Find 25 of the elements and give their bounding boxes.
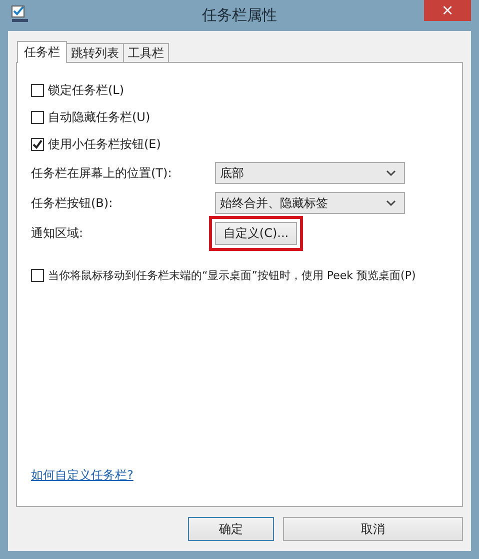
setting-label: 通知区域: — [31, 224, 84, 242]
checkbox-label: 锁定任务栏(L) — [48, 82, 124, 99]
ok-button[interactable]: 确定 — [188, 517, 274, 541]
checkbox[interactable] — [31, 84, 44, 97]
chevron-down-icon — [386, 170, 396, 176]
dropdown[interactable]: 始终合并、隐藏标签 — [215, 192, 405, 214]
setting-label: 任务栏在屏幕上的位置(T): — [31, 164, 173, 182]
taskbar-checkbox-icon — [11, 5, 29, 23]
cancel-button[interactable]: 取消 — [283, 517, 463, 541]
checkbox-label: 使用小任务栏按钮(E) — [48, 136, 161, 153]
chevron-down-icon — [386, 200, 396, 206]
checkbox-label: 自动隐藏任务栏(U) — [48, 109, 150, 126]
checkbox[interactable] — [31, 138, 44, 151]
tab[interactable]: 任务栏 — [17, 41, 67, 63]
tab[interactable]: 跳转列表 — [66, 43, 124, 62]
customize-button[interactable]: 自定义(C)... — [215, 222, 297, 244]
setting-label: 任务栏按钮(B): — [31, 194, 114, 212]
checkbox[interactable] — [31, 269, 44, 282]
checkbox[interactable] — [31, 111, 44, 124]
dropdown[interactable]: 底部 — [215, 162, 405, 184]
close-button[interactable]: × — [424, 0, 471, 21]
help-link[interactable]: 如何自定义任务栏? — [31, 467, 134, 484]
checkbox-label: 当你将鼠标移动到任务栏末端的“显示桌面”按钮时，使用 Peek 预览桌面(P) — [48, 268, 416, 283]
tab[interactable]: 工具栏 — [123, 43, 169, 62]
window-title: 任务栏属性 — [202, 6, 277, 25]
